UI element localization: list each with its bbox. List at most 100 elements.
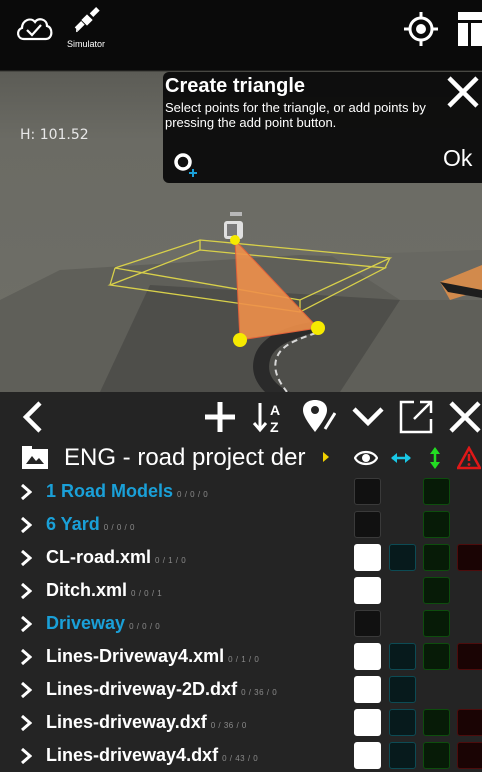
warning-toggle[interactable] [457, 709, 482, 736]
select-toggle[interactable] [389, 742, 416, 769]
visibility-checkbox[interactable] [354, 478, 381, 505]
table-row[interactable]: Lines-Driveway4.xml 0 / 1 / 0 [0, 641, 482, 674]
chevron-right-icon[interactable] [20, 616, 32, 632]
svg-text:A: A [270, 402, 280, 418]
grade-toggle[interactable] [423, 643, 450, 670]
locate-icon[interactable] [404, 12, 438, 46]
table-row[interactable]: CL-road.xml 0 / 1 / 0 [0, 542, 482, 575]
visibility-checkbox[interactable] [354, 511, 381, 538]
grade-toggle[interactable] [423, 709, 450, 736]
warning-toggle[interactable] [457, 544, 482, 571]
chevron-right-icon[interactable] [20, 748, 32, 764]
panel-toolbar: A Z [0, 392, 482, 440]
layer-name-text: Lines-Driveway4.xml [46, 646, 225, 666]
add-point-icon[interactable] [173, 152, 199, 178]
layer-count: 0 / 0 / 0 [129, 622, 161, 631]
grade-toggle[interactable] [423, 511, 450, 538]
layer-name-text: CL-road.xml [46, 547, 152, 567]
folder-icon[interactable] [22, 444, 48, 469]
table-row[interactable]: Lines-driveway.dxf 0 / 36 / 0 [0, 707, 482, 740]
table-row[interactable]: Driveway 0 / 0 / 0 [0, 608, 482, 641]
visibility-checkbox[interactable] [354, 742, 381, 769]
vertical-arrows-icon[interactable] [423, 446, 447, 470]
chevron-right-icon[interactable] [20, 649, 32, 665]
back-icon[interactable] [16, 399, 52, 435]
grade-toggle[interactable] [423, 577, 450, 604]
layers-panel: A Z ENG - road project der 1 Road Models… [0, 392, 482, 772]
visibility-checkbox[interactable] [354, 676, 381, 703]
grade-toggle[interactable] [423, 610, 450, 637]
height-readout: H: 101.52 [20, 127, 89, 143]
map-pin-edit-icon[interactable] [300, 399, 336, 435]
table-row[interactable]: Lines-driveway-2D.dxf 0 / 36 / 0 [0, 674, 482, 707]
layer-name[interactable]: Lines-driveway4.dxf 0 / 43 / 0 [46, 745, 258, 766]
select-toggle[interactable] [389, 643, 416, 670]
project-expand-arrow[interactable] [323, 452, 329, 462]
layer-name[interactable]: 6 Yard 0 / 0 / 0 [46, 514, 135, 535]
layer-name[interactable]: CL-road.xml 0 / 1 / 0 [46, 547, 186, 568]
select-toggle[interactable] [389, 676, 416, 703]
table-row[interactable]: 6 Yard 0 / 0 / 0 [0, 509, 482, 542]
layer-name[interactable]: 1 Road Models 0 / 0 / 0 [46, 481, 208, 502]
grade-toggle[interactable] [423, 742, 450, 769]
horizontal-arrows-icon[interactable] [389, 446, 413, 470]
3d-viewport[interactable]: Simulator H: 101.52 Create triangle Sele… [0, 0, 482, 392]
warning-icon[interactable] [457, 446, 481, 470]
layer-count: 0 / 36 / 0 [241, 688, 278, 697]
chevron-right-icon[interactable] [20, 484, 32, 500]
point-1 [230, 235, 240, 245]
add-icon[interactable] [202, 399, 238, 435]
chevron-right-icon[interactable] [20, 517, 32, 533]
layer-name[interactable]: Lines-driveway.dxf 0 / 36 / 0 [46, 712, 247, 733]
chevron-right-icon[interactable] [20, 583, 32, 599]
satellite-icon[interactable] [72, 6, 102, 36]
cloud-sync-icon[interactable] [14, 12, 54, 42]
open-external-icon[interactable] [398, 399, 434, 435]
top-bar: Simulator [0, 0, 482, 56]
scene-graphics [0, 212, 482, 392]
layer-name-text: Lines-driveway.dxf [46, 712, 207, 732]
point-3 [311, 321, 325, 335]
project-name[interactable]: ENG - road project der [64, 444, 326, 472]
layer-name[interactable]: Driveway 0 / 0 / 0 [46, 613, 160, 634]
chevron-right-icon[interactable] [20, 550, 32, 566]
grade-toggle[interactable] [423, 478, 450, 505]
warning-toggle[interactable] [457, 643, 482, 670]
select-toggle[interactable] [389, 709, 416, 736]
visibility-checkbox[interactable] [354, 577, 381, 604]
grade-toggle[interactable] [423, 544, 450, 571]
table-row[interactable]: 1 Road Models 0 / 0 / 0 [0, 476, 482, 509]
layer-name-text: 6 Yard [46, 514, 100, 534]
sort-az-icon[interactable]: A Z [252, 399, 288, 435]
layer-name-text: Lines-driveway-2D.dxf [46, 679, 238, 699]
layer-count: 0 / 1 / 0 [155, 556, 187, 565]
chevron-right-icon[interactable] [20, 682, 32, 698]
table-row[interactable]: Lines-driveway4.dxf 0 / 43 / 0 [0, 740, 482, 772]
close-icon[interactable] [445, 74, 481, 110]
warning-toggle[interactable] [457, 742, 482, 769]
layer-count: 0 / 0 / 0 [177, 490, 209, 499]
visibility-checkbox[interactable] [354, 610, 381, 637]
layer-name-text: Ditch.xml [46, 580, 128, 600]
layer-count: 0 / 1 / 0 [228, 655, 260, 664]
ok-button[interactable]: Ok [443, 145, 472, 172]
layer-count: 0 / 0 / 0 [103, 523, 135, 532]
visibility-checkbox[interactable] [354, 643, 381, 670]
select-toggle[interactable] [389, 544, 416, 571]
layout-icon[interactable] [451, 12, 482, 46]
point-2 [233, 333, 247, 347]
chevron-right-icon[interactable] [20, 715, 32, 731]
layer-name[interactable]: Lines-driveway-2D.dxf 0 / 36 / 0 [46, 679, 277, 700]
visibility-checkbox[interactable] [354, 709, 381, 736]
table-row[interactable]: Ditch.xml 0 / 0 / 1 [0, 575, 482, 608]
close-panel-icon[interactable] [447, 399, 482, 435]
layer-name-text: Lines-driveway4.dxf [46, 745, 219, 765]
layer-name-text: 1 Road Models [46, 481, 174, 501]
chevron-down-icon[interactable] [350, 399, 386, 435]
layer-name[interactable]: Lines-Driveway4.xml 0 / 1 / 0 [46, 646, 259, 667]
layer-name[interactable]: Ditch.xml 0 / 0 / 1 [46, 580, 162, 601]
visibility-checkbox[interactable] [354, 544, 381, 571]
svg-text:Z: Z [270, 419, 279, 435]
create-triangle-dialog: Create triangle Select points for the tr… [163, 72, 482, 183]
visibility-eye-icon[interactable] [354, 446, 378, 470]
